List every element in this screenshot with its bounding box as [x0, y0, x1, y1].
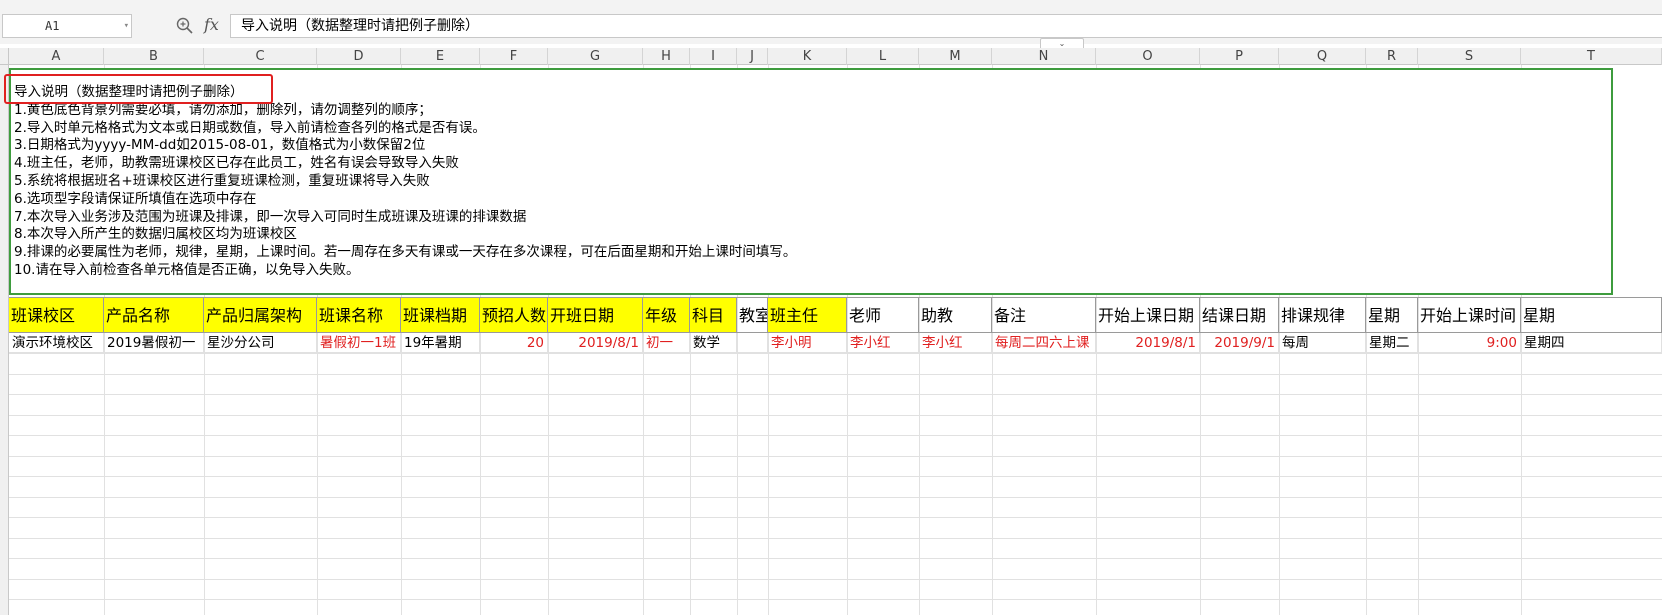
data-cell[interactable]: 星沙分公司 — [204, 333, 317, 353]
data-cell[interactable]: 19年暑期 — [401, 333, 480, 353]
name-box[interactable]: A1 ▾ — [2, 14, 132, 38]
data-cell[interactable]: 星期二 — [1366, 333, 1418, 353]
select-all-corner[interactable] — [0, 48, 9, 65]
fx-icon[interactable]: fx — [204, 15, 219, 34]
header-cell[interactable]: 班主任 — [768, 297, 847, 333]
formula-bar: A1 ▾ fx 导入说明（数据整理时请把例子删除） ⌄ — [0, 0, 1662, 50]
data-cell[interactable]: 李小红 — [847, 333, 919, 353]
header-cell[interactable]: 教室 — [737, 297, 768, 333]
gridline — [9, 456, 1662, 457]
data-cell[interactable]: 2019/8/1 — [548, 333, 643, 353]
gridline — [9, 497, 1662, 498]
gridline — [9, 476, 1662, 477]
instruction-line: 5.系统将根据班名+班课校区进行重复班课检测，重复班课将导入失败 — [14, 172, 430, 189]
header-cell[interactable]: 产品归属架构 — [204, 297, 317, 333]
header-cell[interactable]: 班课名称 — [317, 297, 401, 333]
data-cell[interactable]: 李小红 — [919, 333, 992, 353]
data-cell[interactable]: 星期四 — [1521, 333, 1662, 353]
column-header-h[interactable]: H — [643, 48, 690, 65]
data-cell[interactable]: 李小明 — [768, 333, 847, 353]
instruction-line: 9.排课的必要属性为老师，规律，星期，上课时间。若一周存在多天有课或一天存在多次… — [14, 244, 797, 261]
header-cell[interactable]: 年级 — [643, 297, 690, 333]
data-cell[interactable]: 每周 — [1279, 333, 1366, 353]
gridline — [9, 599, 1662, 600]
data-cell[interactable]: 2019/9/1 — [1200, 333, 1279, 353]
gridline — [9, 538, 1662, 539]
column-header-r[interactable]: R — [1366, 48, 1418, 65]
gridline — [9, 374, 1662, 375]
column-header-c[interactable]: C — [204, 48, 317, 65]
instruction-line: 6.选项型字段请保证所填值在选项中存在 — [14, 190, 257, 207]
zoom-icon[interactable] — [176, 17, 193, 34]
header-cell[interactable]: 星期 — [1366, 297, 1418, 333]
column-header-f[interactable]: F — [480, 48, 548, 65]
instruction-line: 2.导入时单元格格式为文本或日期或数值，导入前请检查各列的格式是否有误。 — [14, 119, 486, 136]
header-cell[interactable]: 开始上课时间 — [1418, 297, 1521, 333]
data-cell[interactable]: 9:00 — [1418, 333, 1521, 353]
column-header-bar: ABCDEFGHIJKLMNOPQRST — [0, 48, 1662, 65]
annotation-highlight-box — [4, 74, 273, 104]
chevron-down-icon[interactable]: ▾ — [124, 15, 129, 37]
instruction-line: 3.日期格式为yyyy-MM-dd如2015-08-01，数值格式为小数保留2位 — [14, 137, 426, 154]
column-header-n[interactable]: N — [992, 48, 1096, 65]
data-cell[interactable]: 数学 — [690, 333, 737, 353]
column-header-a[interactable]: A — [9, 48, 104, 65]
gridline — [9, 353, 1662, 354]
header-cell[interactable]: 班课档期 — [401, 297, 480, 333]
column-header-j[interactable]: J — [737, 48, 768, 65]
data-cell[interactable] — [737, 333, 768, 353]
column-header-t[interactable]: T — [1521, 48, 1662, 65]
data-cell[interactable]: 20 — [480, 333, 548, 353]
column-header-o[interactable]: O — [1096, 48, 1200, 65]
data-cell[interactable]: 暑假初一1班 — [317, 333, 401, 353]
header-cell[interactable]: 班课校区 — [9, 297, 104, 333]
formula-input[interactable]: 导入说明（数据整理时请把例子删除） — [230, 14, 1662, 38]
header-cell[interactable]: 星期 — [1521, 297, 1662, 333]
header-cell[interactable]: 备注 — [992, 297, 1096, 333]
instruction-line: 4.班主任，老师，助教需班课校区已存在此员工，姓名有误会导致导入失败 — [14, 155, 459, 172]
data-cell[interactable]: 2019/8/1 — [1096, 333, 1200, 353]
column-header-q[interactable]: Q — [1279, 48, 1366, 65]
header-cell[interactable]: 开班日期 — [548, 297, 643, 333]
header-cell[interactable]: 科目 — [690, 297, 737, 333]
header-cell[interactable]: 结课日期 — [1200, 297, 1279, 333]
data-cell[interactable]: 初一 — [643, 333, 690, 353]
header-cell[interactable]: 助教 — [919, 297, 992, 333]
row-header-bar[interactable] — [0, 65, 9, 615]
gridline — [9, 394, 1662, 395]
gridline — [9, 435, 1662, 436]
header-cell[interactable]: 排课规律 — [1279, 297, 1366, 333]
column-header-i[interactable]: I — [690, 48, 737, 65]
gridline — [9, 517, 1662, 518]
header-cell[interactable]: 产品名称 — [104, 297, 204, 333]
column-header-e[interactable]: E — [401, 48, 480, 65]
column-header-b[interactable]: B — [104, 48, 204, 65]
gridline — [9, 579, 1662, 580]
column-header-g[interactable]: G — [548, 48, 643, 65]
gridline — [9, 558, 1662, 559]
instruction-line: 10.请在导入前检查各单元格值是否正确，以免导入失败。 — [14, 261, 360, 278]
header-cell[interactable]: 预招人数 — [480, 297, 548, 333]
gridline — [9, 415, 1662, 416]
instruction-line: 8.本次导入所产生的数据归属校区均为班课校区 — [14, 226, 297, 243]
data-cell[interactable]: 每周二四六上课 — [992, 333, 1096, 353]
column-header-d[interactable]: D — [317, 48, 401, 65]
column-header-k[interactable]: K — [768, 48, 847, 65]
header-cell[interactable]: 老师 — [847, 297, 919, 333]
column-header-s[interactable]: S — [1418, 48, 1521, 65]
column-header-l[interactable]: L — [847, 48, 919, 65]
instruction-line: 7.本次导入业务涉及范围为班课及排课，即一次导入可同时生成班课及班课的排课数据 — [14, 208, 527, 225]
column-header-p[interactable]: P — [1200, 48, 1279, 65]
header-cell[interactable]: 开始上课日期 — [1096, 297, 1200, 333]
instruction-line: 1.黄色底色背景列需要必填，请勿添加，删除列，请勿调整列的顺序； — [14, 101, 432, 118]
data-cell[interactable]: 演示环境校区 — [9, 333, 104, 353]
data-cell[interactable]: 2019暑假初一 — [104, 333, 204, 353]
name-box-value: A1 — [45, 19, 60, 33]
column-header-m[interactable]: M — [919, 48, 992, 65]
